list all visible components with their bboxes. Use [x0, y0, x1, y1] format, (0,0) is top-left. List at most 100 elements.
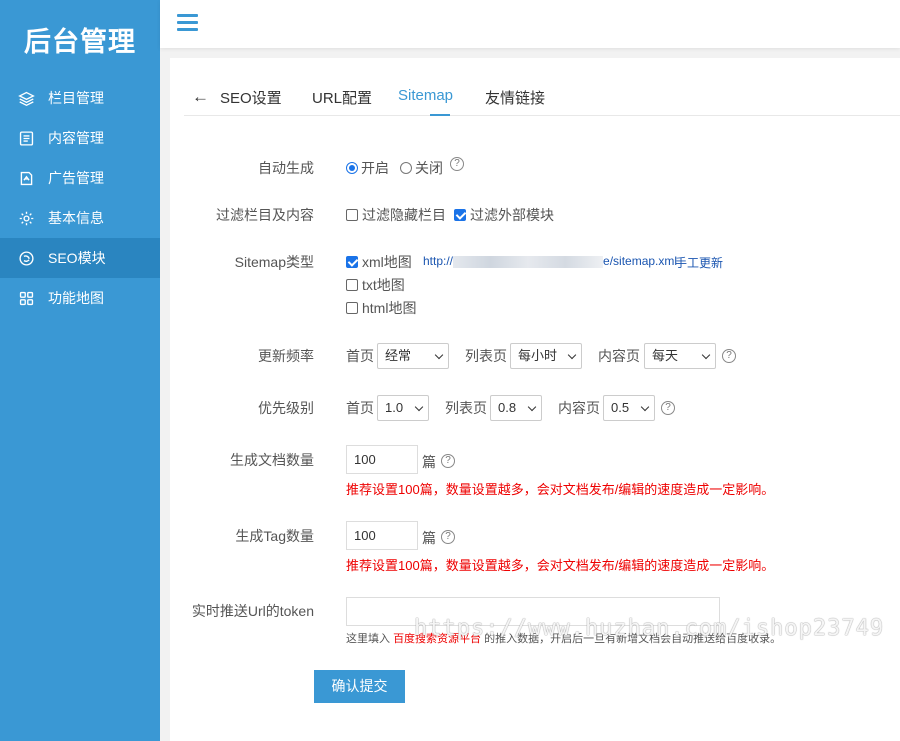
token-label: 实时推送Url的token — [191, 603, 314, 619]
help-icon[interactable]: ? — [450, 157, 464, 171]
doc-count-unit: 篇 — [422, 454, 436, 470]
checkbox-checked[interactable] — [454, 209, 466, 221]
sidebar: 后台管理 栏目管理 内容管理 广告管理 基本信息 SEO模块 功能地图 — [0, 0, 160, 741]
freq-home-label: 首页 — [346, 348, 374, 364]
auto-on-radio[interactable]: 开启 — [346, 158, 389, 178]
tab-friend-links[interactable]: 友情链接 — [485, 87, 545, 108]
checkbox-label: html地图 — [362, 300, 417, 316]
freq-content-select[interactable]: 每天 — [644, 343, 716, 369]
sidebar-item-label: 基本信息 — [48, 210, 104, 226]
radio-label: 关闭 — [415, 160, 443, 176]
submit-button[interactable]: 确认提交 — [314, 670, 405, 703]
chevron-down-icon — [414, 402, 424, 412]
auto-generate-label: 自动生成 — [258, 160, 314, 176]
checkbox-checked[interactable] — [346, 256, 358, 268]
select-value: 0.5 — [611, 400, 630, 415]
priority-label: 优先级别 — [258, 400, 314, 416]
watermark: https://www.huzhan.com/ishop23749 — [414, 616, 885, 641]
xml-map-url[interactable]: http:// e/sitemap.xml — [423, 254, 677, 268]
html-map-checkbox[interactable]: html地图 — [346, 298, 416, 318]
sidebar-item-basic-info[interactable]: 基本信息 — [0, 198, 160, 238]
doc-count-input[interactable]: 100 — [346, 445, 418, 474]
redacted-domain — [453, 255, 604, 268]
priority-content-label: 内容页 — [558, 400, 600, 416]
layers-icon — [18, 91, 35, 106]
tab-sitemap[interactable]: Sitemap — [398, 87, 453, 104]
checkbox-unchecked[interactable] — [346, 209, 358, 221]
freq-list-label: 列表页 — [465, 348, 507, 364]
sidebar-item-label: 内容管理 — [48, 130, 104, 146]
manual-update-link[interactable]: 手工更新 — [675, 254, 723, 271]
priority-home-label: 首页 — [346, 400, 374, 416]
filter-hidden-checkbox[interactable]: 过滤隐藏栏目 — [346, 205, 446, 225]
auto-off-radio[interactable]: 关闭 — [400, 158, 443, 178]
priority-content-select[interactable]: 0.5 — [603, 395, 655, 421]
url-suffix: e/sitemap.xml — [603, 254, 678, 268]
active-tab-indicator — [430, 114, 450, 116]
chevron-down-icon — [434, 350, 444, 360]
update-freq-label: 更新频率 — [258, 348, 314, 364]
help-icon[interactable]: ? — [441, 454, 455, 468]
tab-bar: ← SEO设置 URL配置 Sitemap 友情链接 — [184, 58, 900, 116]
sidebar-item-label: 功能地图 — [48, 290, 104, 306]
tab-url-config[interactable]: URL配置 — [312, 87, 372, 108]
gear-icon — [19, 211, 34, 225]
select-value: 经常 — [385, 348, 412, 363]
sidebar-item-label: SEO模块 — [48, 250, 106, 266]
tag-count-input[interactable]: 100 — [346, 521, 418, 550]
sitemap-type-label: Sitemap类型 — [234, 254, 314, 270]
select-value: 每小时 — [518, 348, 558, 363]
top-bar — [160, 0, 900, 48]
sidebar-item-label: 广告管理 — [48, 170, 104, 186]
filter-label: 过滤栏目及内容 — [216, 207, 314, 223]
checkbox-label: txt地图 — [362, 277, 405, 293]
checkbox-label: 过滤隐藏栏目 — [362, 207, 446, 223]
sidebar-item-seo[interactable]: SEO模块 — [0, 238, 160, 278]
chevron-down-icon — [527, 402, 537, 412]
xml-map-checkbox[interactable]: xml地图 — [346, 252, 412, 272]
freq-content-label: 内容页 — [598, 348, 640, 364]
menu-toggle-icon[interactable] — [177, 14, 198, 32]
document-icon — [19, 130, 34, 146]
sidebar-item-content[interactable]: 内容管理 — [0, 118, 160, 158]
select-value: 1.0 — [385, 400, 404, 415]
hint-text: 这里填入 — [346, 633, 390, 645]
help-icon[interactable]: ? — [441, 530, 455, 544]
priority-home-select[interactable]: 1.0 — [377, 395, 429, 421]
url-prefix: http:// — [423, 254, 454, 268]
checkbox-label: xml地图 — [362, 254, 412, 270]
sidebar-item-label: 栏目管理 — [48, 90, 104, 106]
app-logo: 后台管理 — [24, 26, 136, 57]
filter-external-checkbox[interactable]: 过滤外部模块 — [454, 205, 554, 225]
seo-icon — [19, 250, 34, 266]
txt-map-checkbox[interactable]: txt地图 — [346, 275, 405, 295]
grid-icon — [19, 291, 34, 305]
ad-icon — [20, 171, 33, 185]
radio-unchecked[interactable] — [400, 162, 412, 174]
back-arrow-icon[interactable]: ← — [192, 87, 209, 107]
tag-count-unit: 篇 — [422, 530, 436, 546]
select-value: 0.8 — [498, 400, 517, 415]
sidebar-item-column[interactable]: 栏目管理 — [0, 78, 160, 118]
sidebar-item-ads[interactable]: 广告管理 — [0, 158, 160, 198]
chevron-down-icon — [701, 350, 711, 360]
freq-home-select[interactable]: 经常 — [377, 343, 449, 369]
help-icon[interactable]: ? — [722, 349, 736, 363]
doc-count-label: 生成文档数量 — [230, 452, 314, 468]
radio-checked[interactable] — [346, 162, 358, 174]
chevron-down-icon — [640, 402, 650, 412]
tag-count-label: 生成Tag数量 — [235, 528, 314, 544]
chevron-down-icon — [567, 350, 577, 360]
checkbox-unchecked[interactable] — [346, 302, 358, 314]
tab-seo-settings[interactable]: SEO设置 — [220, 87, 282, 108]
checkbox-label: 过滤外部模块 — [470, 207, 554, 223]
select-value: 每天 — [652, 348, 679, 363]
help-icon[interactable]: ? — [661, 401, 675, 415]
checkbox-unchecked[interactable] — [346, 279, 358, 291]
tag-count-tip: 推荐设置100篇，数量设置越多，会对文档发布/编辑的速度造成一定影响。 — [346, 558, 775, 573]
priority-list-label: 列表页 — [445, 400, 487, 416]
doc-count-tip: 推荐设置100篇，数量设置越多，会对文档发布/编辑的速度造成一定影响。 — [346, 482, 775, 497]
priority-list-select[interactable]: 0.8 — [490, 395, 542, 421]
freq-list-select[interactable]: 每小时 — [510, 343, 582, 369]
sidebar-item-function-map[interactable]: 功能地图 — [0, 278, 160, 318]
